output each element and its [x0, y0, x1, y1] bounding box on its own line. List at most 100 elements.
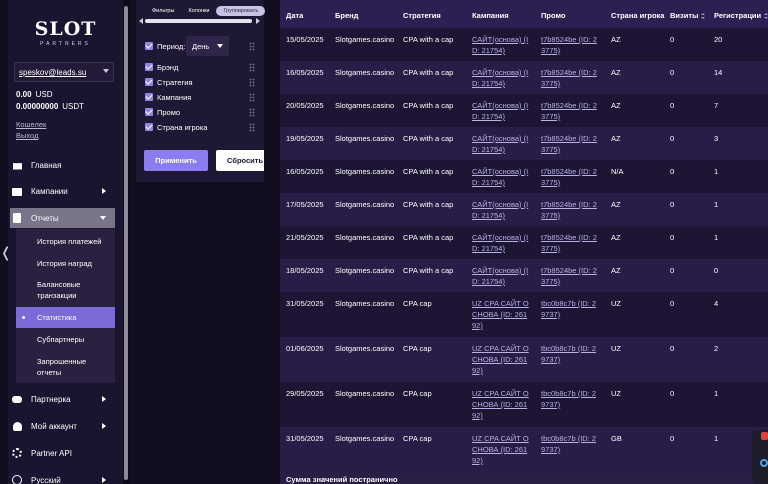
checkbox-checked-icon[interactable] — [145, 93, 153, 101]
cell-promo-link[interactable]: tbc0b8c7b (ID: 2 9737) — [541, 343, 596, 365]
option-promo[interactable]: Промо — [145, 107, 180, 117]
cell-campaign-link[interactable]: UZ CPA САЙТ О СНОВА (ID: 261 92) — [472, 343, 529, 376]
cell-promo-link[interactable]: tbc0b8c7b (ID: 2 9737) — [541, 298, 596, 320]
cell-promo-link[interactable]: t7b8524be (ID: 2 3775) — [541, 199, 597, 221]
cell-campaign-link[interactable]: САЙТ(основа) (I D: 21754) — [472, 67, 528, 89]
cell-registrations: 0 — [714, 266, 719, 275]
drag-handle-icon[interactable] — [249, 93, 255, 102]
cell-campaign-link[interactable]: САЙТ(основа) (I D: 21754) — [472, 232, 528, 254]
cell-campaign-link[interactable]: UZ CPA САЙТ О СНОВА (ID: 261 92) — [472, 298, 529, 331]
option-strategy[interactable]: Стратегия — [145, 77, 193, 87]
checkbox-checked-icon[interactable] — [145, 42, 153, 50]
nav-partnership[interactable]: Партнерка — [10, 389, 115, 409]
cell-country: UZ — [611, 344, 621, 353]
cell-date: 16/05/2025 — [286, 167, 324, 176]
cell-promo-link[interactable]: tbc0b8c7b (ID: 2 9737) — [541, 388, 596, 410]
cell-line: UZ CPA САЙТ О — [472, 344, 529, 353]
balance-amount: 0.00 — [16, 90, 32, 99]
cell-visits: 0 — [670, 434, 675, 443]
submenu-reward-history[interactable]: История наград — [37, 258, 92, 269]
header-promo[interactable]: Промо — [541, 11, 566, 20]
cell-promo-link[interactable]: t7b8524be (ID: 2 3775) — [541, 67, 597, 89]
nav-home[interactable]: Главная — [10, 155, 115, 175]
checkbox-checked-icon[interactable] — [145, 78, 153, 86]
cell-campaign-link[interactable]: САЙТ(основа) (I D: 21754) — [472, 199, 528, 221]
header-country[interactable]: Страна игрока — [611, 11, 664, 20]
account-selector[interactable]: speskov@leads.su — [14, 62, 114, 82]
cell-visits: 0 — [670, 266, 675, 275]
cell-country: AZ — [611, 68, 621, 77]
cell-line: 9737) — [541, 310, 561, 319]
header-visits[interactable]: Визиты — [670, 11, 706, 20]
cell-visits: 0 — [670, 35, 675, 44]
cell-campaign-link[interactable]: САЙТ(основа) (I D: 21754) — [472, 265, 528, 287]
cell-date: 20/05/2025 — [286, 101, 324, 110]
header-label: Визиты — [670, 11, 699, 20]
sidebar-scrollbar-thumb[interactable] — [124, 6, 128, 480]
submenu-balance-transactions[interactable]: Балансовые транзакции — [37, 279, 80, 301]
checkbox-checked-icon[interactable] — [145, 108, 153, 116]
filter-scrollbar[interactable] — [145, 19, 252, 23]
notification-icon[interactable] — [761, 432, 768, 440]
header-registrations[interactable]: Регистрации — [714, 11, 768, 20]
drag-handle-icon[interactable] — [249, 123, 255, 132]
checkbox-checked-icon[interactable] — [145, 123, 153, 131]
checkbox-checked-icon[interactable] — [145, 63, 153, 71]
chat-icon[interactable] — [760, 459, 768, 467]
header-brand[interactable]: Бренд — [335, 11, 358, 20]
option-player-country[interactable]: Страна игрока — [145, 122, 207, 132]
logo: SLOT PARTNERS — [8, 18, 123, 47]
reset-button[interactable]: Сбросить — [216, 150, 264, 171]
submenu-requested-reports[interactable]: Запрошенные отчеты — [37, 356, 86, 378]
sort-icon[interactable] — [701, 13, 706, 19]
scroll-left-icon[interactable] — [139, 18, 143, 24]
apply-button[interactable]: Применить — [144, 150, 208, 171]
cell-campaign-link[interactable]: САЙТ(основа) (I D: 21754) — [472, 34, 528, 56]
cell-campaign-link[interactable]: САЙТ(основа) (I D: 21754) — [472, 166, 528, 188]
drag-handle-icon[interactable] — [249, 108, 255, 117]
option-campaign[interactable]: Кампания — [145, 92, 191, 102]
cell-campaign-link[interactable]: UZ CPA САЙТ О СНОВА (ID: 261 92) — [472, 433, 529, 466]
scroll-right-icon[interactable] — [256, 18, 260, 24]
table-footer: Сумма значений постранично — [280, 471, 768, 484]
account-email: speskov@leads.su — [19, 68, 87, 77]
cell-line: t7b8524be (ID: 2 — [541, 68, 597, 77]
cell-promo-link[interactable]: t7b8524be (ID: 2 3775) — [541, 100, 597, 122]
cell-campaign-link[interactable]: САЙТ(основа) (I D: 21754) — [472, 133, 528, 155]
nav-my-account[interactable]: Мой аккаунт — [10, 416, 115, 436]
wallet-link[interactable]: Кошелек — [16, 120, 46, 129]
option-period[interactable]: Период: — [145, 41, 185, 51]
tab-group[interactable]: Группировать — [216, 6, 266, 16]
cell-campaign-link[interactable]: UZ CPA САЙТ О СНОВА (ID: 261 92) — [472, 388, 529, 421]
cell-promo-link[interactable]: t7b8524be (ID: 2 3775) — [541, 232, 597, 254]
cell-country: AZ — [611, 101, 621, 110]
drag-handle-icon[interactable] — [249, 42, 255, 51]
cell-promo-link[interactable]: t7b8524be (ID: 2 3775) — [541, 265, 597, 287]
option-brand[interactable]: Брэнд — [145, 62, 178, 72]
tab-columns[interactable]: Колонки — [181, 6, 216, 16]
submenu-payment-history[interactable]: История платежей — [37, 236, 101, 247]
cell-campaign-link[interactable]: САЙТ(основа) (I D: 21754) — [472, 100, 528, 122]
header-campaign[interactable]: Кампания — [472, 11, 509, 20]
logout-link[interactable]: Выход — [16, 131, 38, 140]
cell-promo-link[interactable]: t7b8524be (ID: 2 3775) — [541, 34, 597, 56]
cell-promo-link[interactable]: t7b8524be (ID: 2 3775) — [541, 166, 597, 188]
nav-reports[interactable]: Отчеты — [10, 208, 115, 228]
drag-handle-icon[interactable] — [249, 78, 255, 87]
nav-campaigns[interactable]: Кампании — [10, 181, 115, 201]
drag-handle-icon[interactable] — [249, 63, 255, 72]
nav-partner-api[interactable]: Partner API — [10, 443, 115, 463]
header-date[interactable]: Дата — [286, 11, 303, 20]
cell-promo-link[interactable]: tbc0b8c7b (ID: 2 9737) — [541, 433, 596, 455]
submenu-subpartners[interactable]: Субпартнеры — [37, 334, 84, 345]
cell-registrations: 2 — [714, 344, 719, 353]
nav-language[interactable]: Русский — [10, 470, 115, 484]
globe-icon — [12, 474, 23, 484]
period-select[interactable]: День — [186, 36, 229, 56]
tab-filters[interactable]: Фильтры — [145, 6, 181, 16]
cell-promo-link[interactable]: t7b8524be (ID: 2 3775) — [541, 133, 597, 155]
header-strategy[interactable]: Стратегия — [403, 11, 441, 20]
submenu-statistics[interactable]: Статистика — [37, 312, 76, 323]
collapse-sidebar-icon[interactable]: ❬ — [0, 246, 12, 260]
sort-icon[interactable] — [764, 13, 768, 19]
